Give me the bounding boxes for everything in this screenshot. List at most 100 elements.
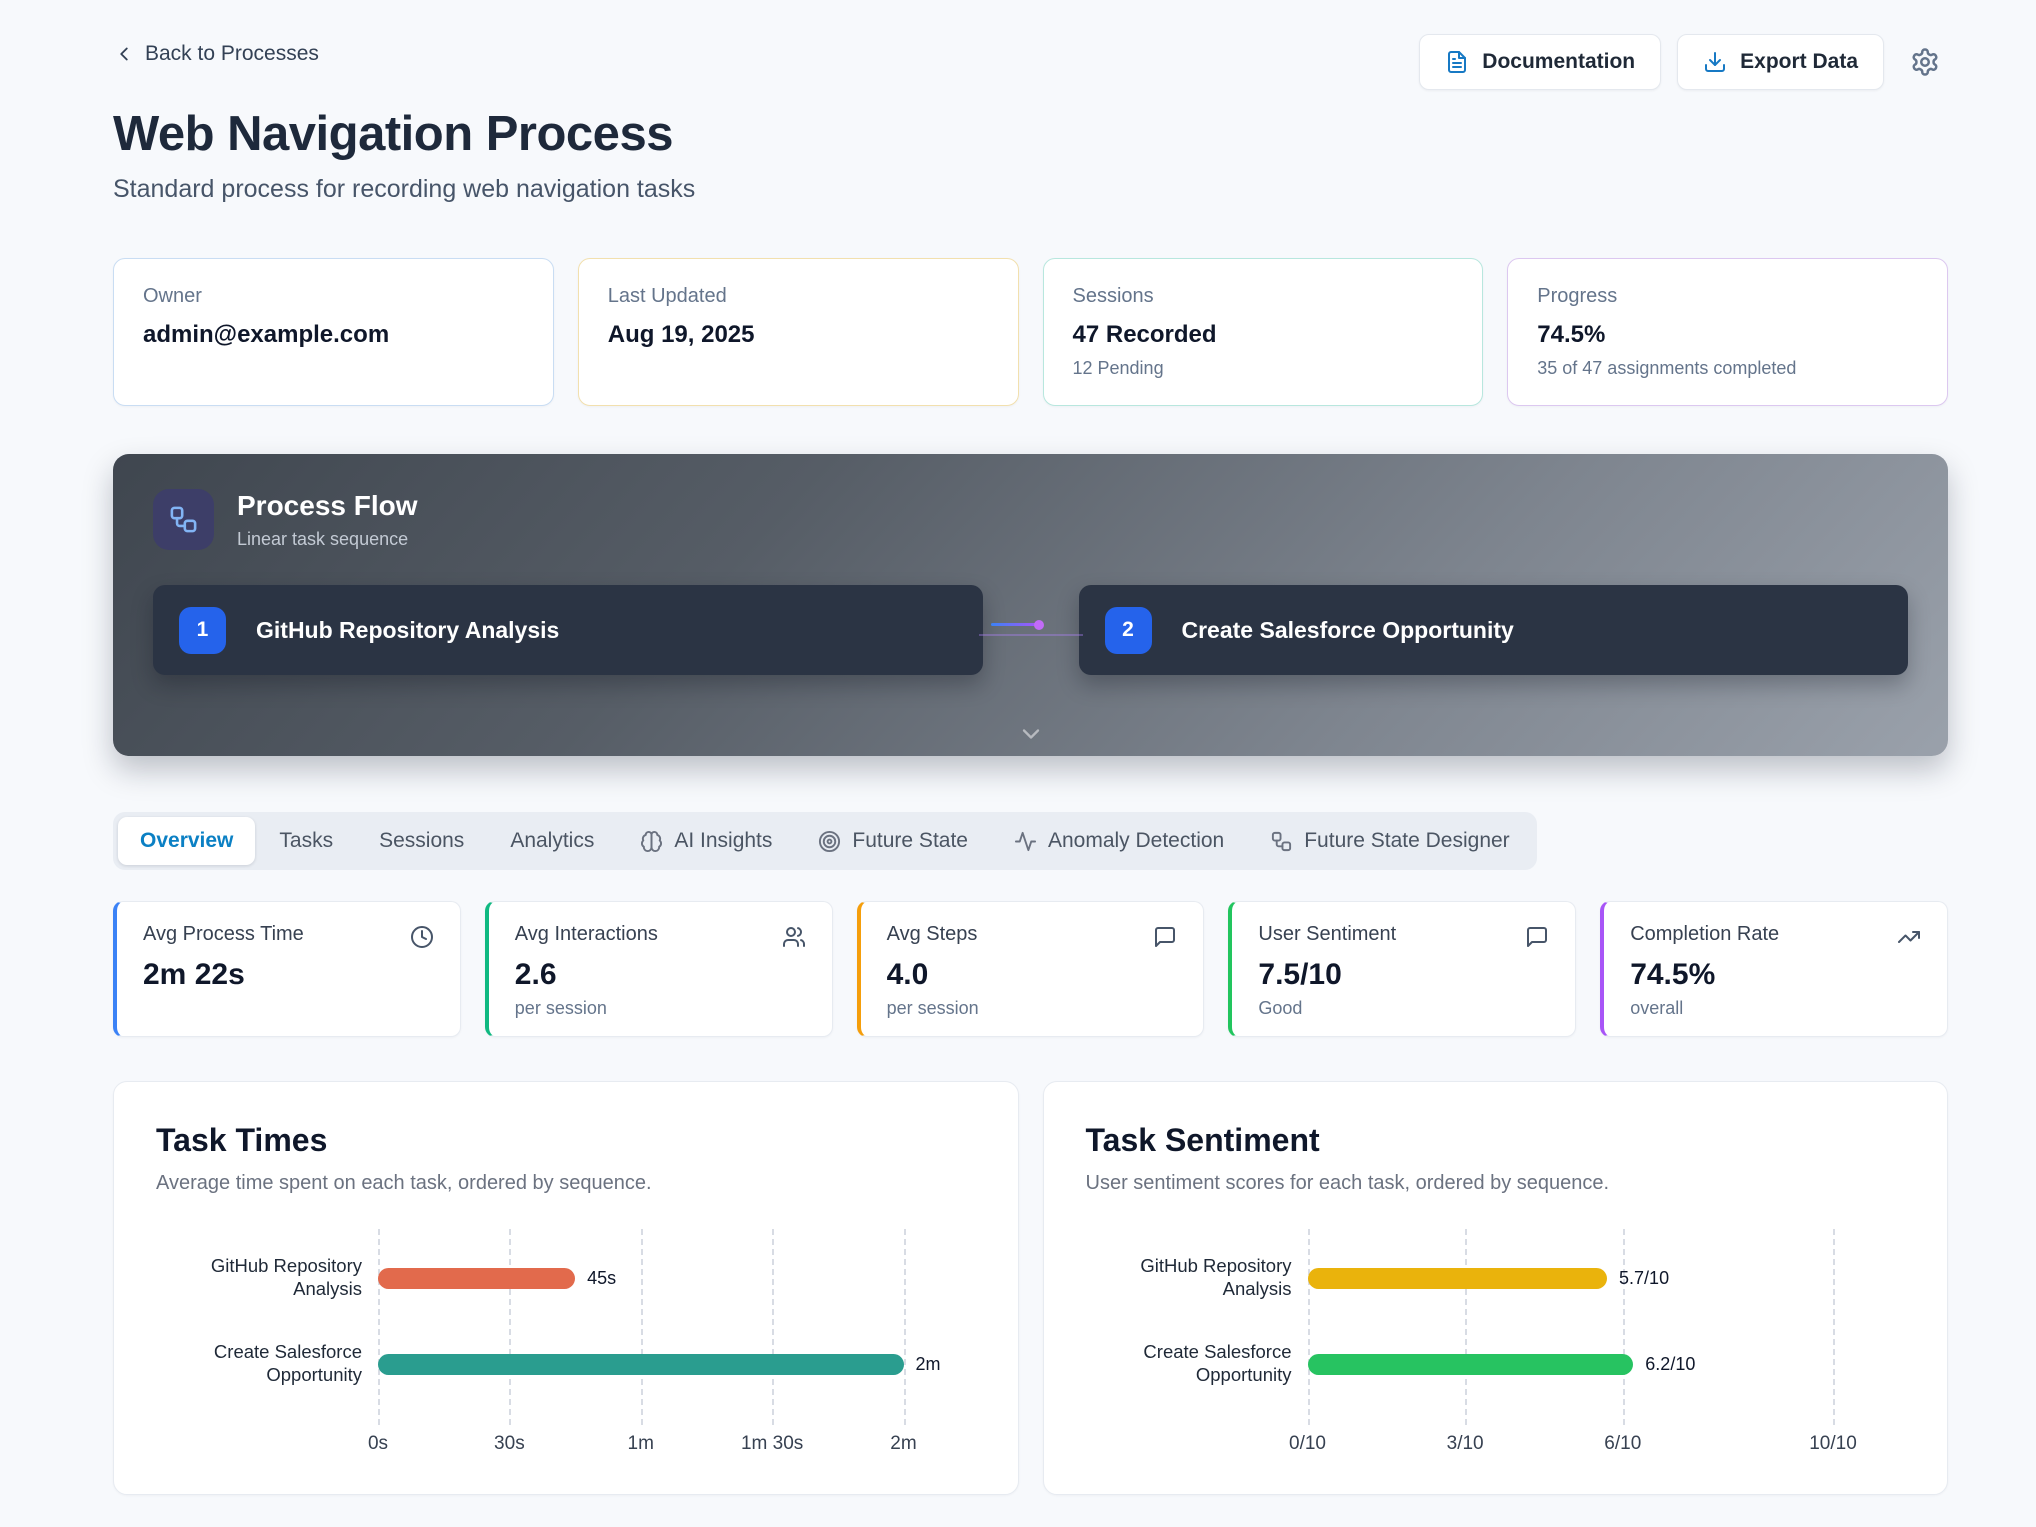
back-to-processes-link[interactable]: Back to Processes [113, 42, 319, 66]
documentation-button[interactable]: Documentation [1419, 34, 1661, 90]
x-axis-ticks: 0/103/106/1010/10 [1308, 1433, 1834, 1459]
activity-icon [1014, 830, 1037, 853]
x-tick-label: 1m [628, 1433, 654, 1455]
x-axis-ticks: 0s30s1m1m 30s2m [378, 1433, 904, 1459]
metric-subvalue: per session [887, 998, 1178, 1019]
message-square-icon [1153, 925, 1177, 949]
action-label: Documentation [1482, 50, 1635, 74]
gear-icon [1910, 47, 1940, 77]
workflow-icon [153, 489, 214, 550]
process-step-2[interactable]: 2 Create Salesforce Opportunity [1079, 585, 1909, 675]
tab-ai-insights[interactable]: AI Insights [618, 817, 794, 865]
info-card-label: Owner [143, 285, 524, 308]
page-subtitle: Standard process for recording web navig… [113, 175, 1948, 204]
category-label: Create Salesforce Opportunity [1086, 1321, 1292, 1407]
top-bar: Back to Processes Documentation Export D… [113, 34, 1948, 90]
metric-value: 2m 22s [143, 958, 434, 992]
chart-subtitle: Average time spent on each task, ordered… [156, 1172, 976, 1195]
chart-card-task-sentiment: Task Sentiment User sentiment scores for… [1043, 1081, 1949, 1495]
bar-rows: 45s 2m [378, 1235, 904, 1407]
x-tick-label: 2m [890, 1433, 916, 1455]
metric-card-completion-rate: Completion Rate 74.5% overall [1600, 901, 1948, 1037]
settings-button[interactable] [1902, 39, 1948, 85]
x-tick-label: 30s [494, 1433, 525, 1455]
metric-value: 2.6 [515, 958, 806, 992]
metric-value: 74.5% [1630, 958, 1921, 992]
info-card-value: Aug 19, 2025 [608, 321, 989, 349]
chart-title: Task Times [156, 1122, 976, 1159]
export-data-button[interactable]: Export Data [1677, 34, 1884, 90]
process-steps: 1 GitHub Repository Analysis 2 Create Sa… [153, 585, 1908, 675]
chevron-left-icon [113, 43, 135, 65]
metric-label: User Sentiment [1258, 923, 1396, 946]
tab-tasks[interactable]: Tasks [257, 817, 355, 865]
category-axis-labels: GitHub Repository AnalysisCreate Salesfo… [1086, 1235, 1308, 1459]
process-step-1[interactable]: 1 GitHub Repository Analysis [153, 585, 983, 675]
step-label: Create Salesforce Opportunity [1182, 617, 1514, 644]
tab-sessions[interactable]: Sessions [357, 817, 486, 865]
tab-future-state[interactable]: Future State [796, 817, 990, 865]
tab-label: Future State [852, 829, 968, 853]
tab-label: AI Insights [674, 829, 772, 853]
step-label: GitHub Repository Analysis [256, 617, 559, 644]
tab-overview[interactable]: Overview [118, 817, 255, 865]
bar-row: 6.2/10 [1308, 1321, 1834, 1407]
tab-label: Anomaly Detection [1048, 829, 1224, 853]
category-label: GitHub Repository Analysis [156, 1235, 362, 1321]
chart-subtitle: User sentiment scores for each task, ord… [1086, 1172, 1906, 1195]
bar-create-salesforce-opportunity [378, 1354, 904, 1375]
info-card-owner: Owner admin@example.com [113, 258, 554, 406]
bar-row: 5.7/10 [1308, 1235, 1834, 1321]
tab-label: Sessions [379, 829, 464, 853]
x-tick-label: 10/10 [1809, 1433, 1857, 1455]
file-text-icon [1445, 50, 1469, 74]
bar-row: 2m [378, 1321, 904, 1407]
process-flow-subtitle: Linear task sequence [237, 529, 418, 550]
plot-area: 5.7/106.2/10 0/103/106/1010/10 [1308, 1235, 1834, 1459]
bar-value-label: 45s [587, 1268, 616, 1289]
metric-value: 4.0 [887, 958, 1178, 992]
tab-label: Tasks [279, 829, 333, 853]
workflow-icon [1270, 830, 1293, 853]
gridline [904, 1229, 906, 1425]
category-label: GitHub Repository Analysis [1086, 1235, 1292, 1321]
bar-create-salesforce-opportunity [1308, 1354, 1634, 1375]
info-card-last-updated: Last Updated Aug 19, 2025 [578, 258, 1019, 406]
x-tick-label: 6/10 [1604, 1433, 1641, 1455]
tab-label: Future State Designer [1304, 829, 1509, 853]
step-number-badge: 1 [179, 607, 226, 654]
info-card-subvalue: 35 of 47 assignments completed [1537, 358, 1918, 379]
tab-label: Overview [140, 829, 233, 853]
chart-card-task-times: Task Times Average time spent on each ta… [113, 1081, 1019, 1495]
process-flow-panel: Process Flow Linear task sequence 1 GitH… [113, 454, 1948, 756]
metric-card-user-sentiment: User Sentiment 7.5/10 Good [1228, 901, 1576, 1037]
tab-bar: Overview Tasks Sessions Analytics AI Ins… [113, 812, 1537, 870]
metric-card-avg-interactions: Avg Interactions 2.6 per session [485, 901, 833, 1037]
charts-row: Task Times Average time spent on each ta… [113, 1081, 1948, 1495]
metric-card-row: Avg Process Time 2m 22s Avg Interactions… [113, 901, 1948, 1037]
clock-icon [410, 925, 434, 949]
back-link-label: Back to Processes [145, 42, 319, 66]
message-square-icon [1525, 925, 1549, 949]
info-card-label: Sessions [1073, 285, 1454, 308]
process-flow-header: Process Flow Linear task sequence [153, 489, 1908, 550]
expand-flow-chevron[interactable] [1017, 720, 1045, 748]
tab-future-state-designer[interactable]: Future State Designer [1248, 817, 1531, 865]
tab-analytics[interactable]: Analytics [488, 817, 616, 865]
tab-anomaly-detection[interactable]: Anomaly Detection [992, 817, 1246, 865]
info-card-value: 47 Recorded [1073, 321, 1454, 349]
metric-label: Avg Steps [887, 923, 978, 946]
metric-label: Completion Rate [1630, 923, 1779, 946]
chart-plot: GitHub Repository AnalysisCreate Salesfo… [156, 1235, 976, 1459]
info-card-sessions: Sessions 47 Recorded 12 Pending [1043, 258, 1484, 406]
x-tick-label: 3/10 [1447, 1433, 1484, 1455]
chart-plot: GitHub Repository AnalysisCreate Salesfo… [1086, 1235, 1906, 1459]
users-icon [782, 925, 806, 949]
bar-github-repository-analysis [378, 1268, 575, 1289]
metric-subvalue: Good [1258, 998, 1549, 1019]
x-tick-label: 0/10 [1289, 1433, 1326, 1455]
metric-card-avg-process-time: Avg Process Time 2m 22s [113, 901, 461, 1037]
info-card-value: admin@example.com [143, 321, 524, 349]
download-icon [1703, 50, 1727, 74]
metric-subvalue: overall [1630, 998, 1921, 1019]
